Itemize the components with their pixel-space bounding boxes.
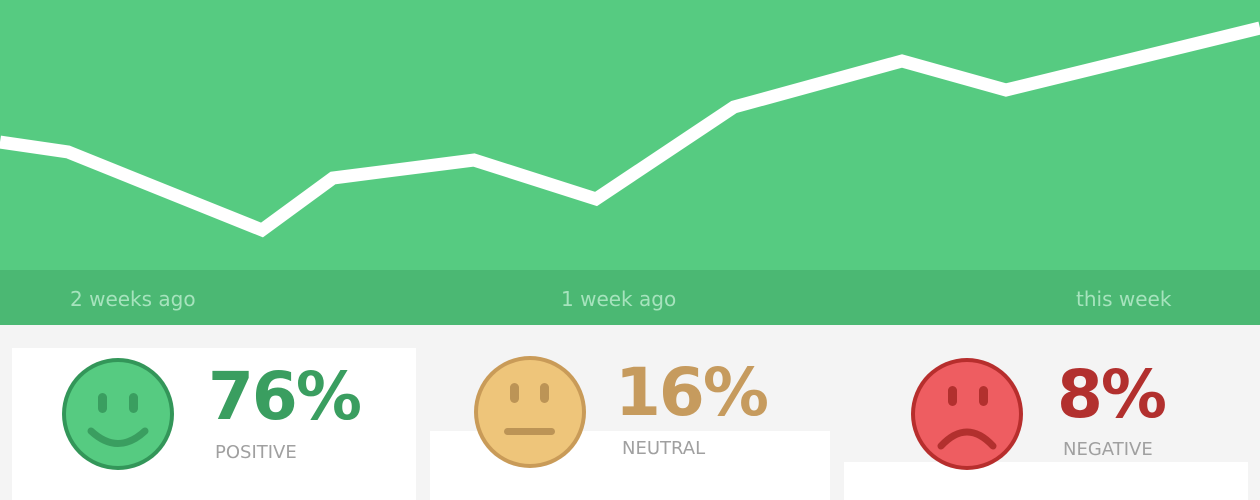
smiley-face-icon xyxy=(62,358,174,470)
neutral-percentage: 16% xyxy=(615,354,769,431)
timeline-label-1-week-ago: 1 week ago xyxy=(561,287,677,311)
positive-label: POSITIVE xyxy=(215,442,297,463)
neutral-face-icon xyxy=(474,356,586,468)
sad-face-icon xyxy=(911,358,1023,470)
trend-chart xyxy=(0,0,1260,270)
positive-percentage: 76% xyxy=(208,358,362,435)
negative-label: NEGATIVE xyxy=(1063,439,1153,460)
timeline-label-2-weeks-ago: 2 weeks ago xyxy=(70,287,196,311)
negative-panel xyxy=(844,462,1248,500)
negative-percentage: 8% xyxy=(1057,356,1167,433)
timeline-label-this-week: this week xyxy=(1076,287,1172,311)
trend-line-svg xyxy=(0,21,1260,238)
neutral-label: NEUTRAL xyxy=(622,438,706,459)
trend-line xyxy=(0,21,1260,238)
